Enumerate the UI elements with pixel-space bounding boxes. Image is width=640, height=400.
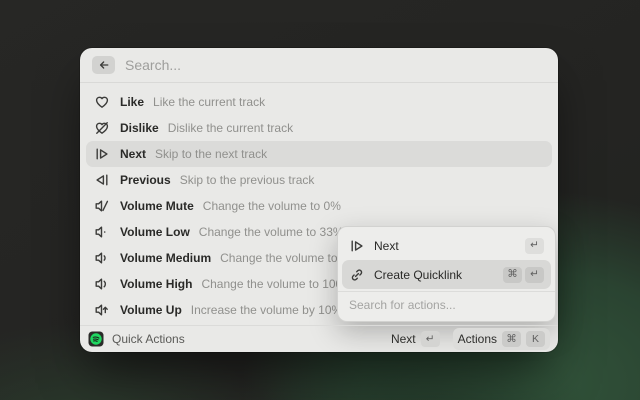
list-item-title: Dislike: [120, 121, 159, 135]
actions-menu-button[interactable]: Actions ⌘ K: [453, 328, 550, 350]
volume-up-icon: [94, 302, 110, 318]
popup-item-label: Create Quicklink: [374, 268, 462, 282]
step-forward-icon: [349, 238, 365, 254]
link-icon: [349, 267, 365, 283]
list-item[interactable]: Volume Mute Change the volume to 0%: [86, 193, 552, 219]
k-key: K: [526, 331, 545, 347]
spotify-icon: [88, 331, 104, 347]
heart-icon: [94, 94, 110, 110]
volume-high-icon: [94, 276, 110, 292]
app-label: Quick Actions: [112, 332, 185, 346]
volume-medium-icon: [94, 250, 110, 266]
list-item-title: Previous: [120, 173, 171, 187]
list-item-title: Volume Low: [120, 225, 190, 239]
list-item[interactable]: Previous Skip to the previous track: [86, 167, 552, 193]
actions-popup: Next ↵ Create Quicklink ⌘ ↵: [337, 226, 556, 322]
search-bar: [80, 48, 558, 83]
desktop-background: Like Like the current track Dislike Disl…: [0, 0, 640, 400]
popup-item-label: Next: [374, 239, 399, 253]
step-forward-icon: [94, 146, 110, 162]
list-item-subtitle: Change the volume to 33%: [199, 225, 344, 239]
popup-item-next[interactable]: Next ↵: [342, 231, 551, 260]
command-key: ⌘: [503, 267, 522, 283]
back-button[interactable]: [92, 56, 115, 74]
list-item-subtitle: Like the current track: [153, 95, 265, 109]
volume-mute-icon: [94, 198, 110, 214]
list-item[interactable]: Dislike Dislike the current track: [86, 115, 552, 141]
list-item-subtitle: Change the volume to 0%: [203, 199, 341, 213]
search-input[interactable]: [125, 57, 546, 73]
list-item-title: Next: [120, 147, 146, 161]
return-key: ↵: [525, 238, 544, 254]
list-item-subtitle: Skip to the next track: [155, 147, 267, 161]
quick-actions-window: Like Like the current track Dislike Disl…: [80, 48, 558, 352]
popup-search-input[interactable]: [342, 293, 551, 317]
list-item-title: Volume Up: [120, 303, 182, 317]
list-item-title: Volume Medium: [120, 251, 211, 265]
return-key: ↵: [525, 267, 544, 283]
list-item-title: Volume High: [120, 277, 192, 291]
command-key: ⌘: [502, 331, 521, 347]
popup-item-create-quicklink[interactable]: Create Quicklink ⌘ ↵: [342, 260, 551, 289]
return-key: ↵: [421, 331, 440, 347]
arrow-left-icon: [98, 59, 110, 71]
volume-low-icon: [94, 224, 110, 240]
list-item-subtitle: Skip to the previous track: [180, 173, 315, 187]
primary-action-button[interactable]: Next ↵: [386, 328, 445, 350]
heart-off-icon: [94, 120, 110, 136]
list-item-subtitle: Increase the volume by 10%: [191, 303, 342, 317]
list-item[interactable]: Like Like the current track: [86, 89, 552, 115]
list-item-title: Volume Mute: [120, 199, 194, 213]
list-item-title: Like: [120, 95, 144, 109]
list-item-subtitle: Change the volume to 100%: [201, 277, 352, 291]
step-back-icon: [94, 172, 110, 188]
list-item[interactable]: Next Skip to the next track: [86, 141, 552, 167]
footer-bar: Quick Actions Next ↵ Actions ⌘ K: [80, 325, 558, 352]
popup-divider: [338, 291, 555, 292]
list-item-subtitle: Dislike the current track: [168, 121, 293, 135]
